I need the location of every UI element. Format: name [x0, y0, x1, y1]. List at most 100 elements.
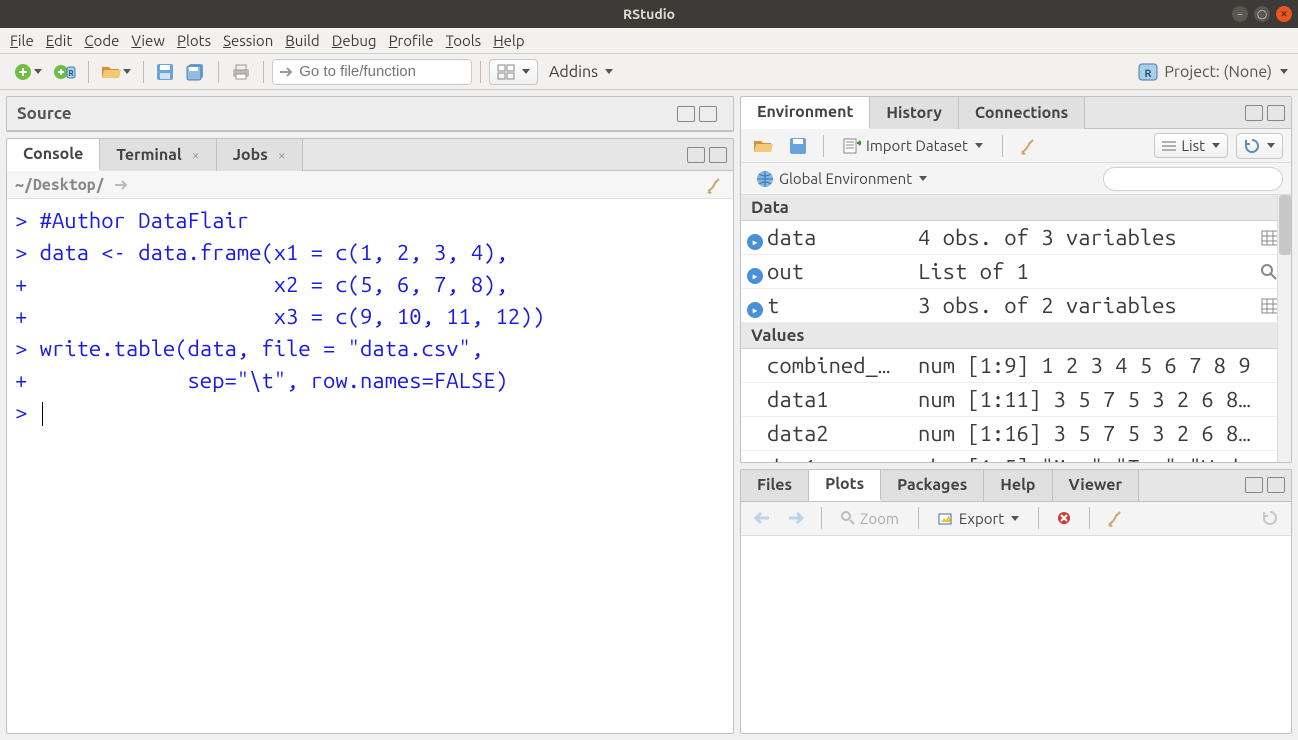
env-var-name: data2 [767, 421, 829, 446]
clear-workspace-button[interactable] [1015, 133, 1043, 159]
tab-plots-files[interactable]: Files [741, 469, 809, 501]
env-section-header: Data [741, 195, 1291, 221]
env-table[interactable]: Datadata4 obs. of 3 variablesoutList of … [741, 195, 1291, 462]
tab-env-history[interactable]: History [870, 97, 958, 129]
toolbar-separator [263, 61, 264, 83]
refresh-button[interactable] [1236, 133, 1283, 159]
menu-view[interactable]: View [131, 32, 165, 49]
close-icon[interactable]: × [278, 147, 286, 163]
pane-restore-icon[interactable] [1245, 477, 1263, 493]
expand-icon[interactable] [747, 268, 763, 284]
chevron-down-icon [1267, 143, 1275, 148]
zoom-button[interactable]: Zoom [834, 507, 906, 530]
remove-plot-button[interactable] [1051, 505, 1077, 531]
plot-next-button[interactable] [783, 505, 809, 531]
env-row[interactable]: day1chr [1:5] "Mon" "Tue" "Wed… [741, 451, 1291, 462]
pane-restore-icon[interactable] [1245, 105, 1263, 121]
chevron-down-icon [919, 176, 927, 181]
tab-plots-plots[interactable]: Plots [809, 469, 881, 501]
env-scope-label: Global Environment [779, 170, 912, 187]
tab-console-jobs[interactable]: Jobs × [217, 139, 303, 171]
env-row[interactable]: data2num [1:16] 3 5 7 5 3 2 6 8… [741, 417, 1291, 451]
tab-label: Environment [757, 103, 853, 121]
pane-maximize-icon[interactable] [699, 106, 717, 122]
tab-plots-help[interactable]: Help [984, 469, 1052, 501]
save-button[interactable] [152, 59, 178, 85]
main-layout: Source ConsoleTerminal×Jobs× ~/Desktop/ [0, 90, 1298, 740]
new-file-button[interactable] [10, 59, 46, 85]
svg-text:R: R [68, 69, 74, 78]
save-all-button[interactable] [182, 59, 210, 85]
env-scope-button[interactable]: Global Environment [749, 167, 934, 191]
tab-plots-viewer[interactable]: Viewer [1053, 469, 1140, 501]
pane-maximize-icon[interactable] [1267, 477, 1285, 493]
window-minimize-button[interactable]: – [1232, 6, 1248, 22]
clear-plots-button[interactable] [1102, 505, 1130, 531]
plot-prev-button[interactable] [749, 505, 775, 531]
pane-maximize-icon[interactable] [709, 147, 727, 163]
export-button[interactable]: Export [931, 507, 1026, 530]
wd-arrow-icon[interactable] [114, 179, 130, 191]
chevron-down-icon [1212, 143, 1220, 148]
menu-help[interactable]: Help [493, 32, 524, 49]
open-file-button[interactable] [97, 59, 135, 85]
tab-env-connections[interactable]: Connections [959, 97, 1085, 129]
toolbar-separator [918, 507, 919, 529]
workspace-panes-button[interactable] [489, 59, 538, 85]
tab-console-console[interactable]: Console [7, 139, 100, 171]
tab-plots-packages[interactable]: Packages [881, 469, 984, 501]
env-row[interactable]: outList of 1 [741, 255, 1291, 289]
right-column: EnvironmentHistoryConnections Import Dat [740, 96, 1292, 734]
window-close-button[interactable]: ✕ [1276, 6, 1292, 22]
chevron-down-icon [975, 143, 983, 148]
pane-restore-icon[interactable] [677, 106, 695, 122]
save-workspace-button[interactable] [785, 133, 811, 159]
main-toolbar: R Addins R Project: (None) [0, 54, 1298, 90]
tab-label: Files [757, 476, 792, 494]
env-row[interactable]: combined_…num [1:9] 1 2 3 4 5 6 7 8 9 [741, 349, 1291, 383]
import-dataset-button[interactable]: Import Dataset [836, 134, 990, 157]
console-line: > #Author DataFlair [15, 205, 725, 237]
goto-file-field[interactable] [272, 59, 472, 85]
pane-restore-icon[interactable] [687, 147, 705, 163]
env-filter-input[interactable] [1103, 167, 1283, 191]
tab-console-terminal[interactable]: Terminal× [100, 139, 216, 171]
new-project-button[interactable]: R [50, 59, 80, 85]
menu-profile[interactable]: Profile [389, 32, 434, 49]
tab-label: Console [23, 145, 83, 163]
expand-icon[interactable] [747, 302, 763, 318]
menu-debug[interactable]: Debug [332, 32, 377, 49]
menu-code[interactable]: Code [84, 32, 119, 49]
goto-file-input[interactable] [299, 63, 463, 80]
menu-session[interactable]: Session [223, 32, 273, 49]
arrow-right-icon [787, 511, 805, 525]
console-output[interactable]: > #Author DataFlair> data <- data.frame(… [7, 199, 733, 733]
env-view-mode-button[interactable]: List [1154, 133, 1228, 158]
vertical-scrollbar[interactable] [1277, 195, 1291, 462]
env-row[interactable]: t3 obs. of 2 variables [741, 289, 1291, 323]
menu-plots[interactable]: Plots [177, 32, 211, 49]
broom-icon [1019, 137, 1039, 155]
window-maximize-button[interactable]: ◯ [1254, 6, 1270, 22]
menu-build[interactable]: Build [285, 32, 319, 49]
broom-icon[interactable] [705, 176, 725, 194]
refresh-plot-button[interactable] [1257, 505, 1283, 531]
menu-edit[interactable]: Edit [46, 32, 73, 49]
refresh-icon [1262, 510, 1278, 526]
tab-label: Jobs [233, 146, 268, 164]
menu-file[interactable]: File [10, 32, 34, 49]
close-icon[interactable]: × [192, 147, 200, 163]
load-workspace-button[interactable] [749, 133, 777, 159]
window-titlebar: RStudio – ◯ ✕ [0, 0, 1298, 28]
pane-maximize-icon[interactable] [1267, 105, 1285, 121]
addins-button[interactable]: Addins [542, 59, 620, 85]
project-selector[interactable]: R Project: (None) [1138, 62, 1288, 82]
print-button[interactable] [227, 59, 255, 85]
menu-tools[interactable]: Tools [446, 32, 482, 49]
tab-env-environment[interactable]: Environment [741, 97, 870, 129]
project-label: Project: (None) [1164, 63, 1272, 81]
env-row[interactable]: data1num [1:11] 3 5 7 5 3 2 6 8… [741, 383, 1291, 417]
expand-icon[interactable] [747, 234, 763, 250]
search-icon[interactable] [1261, 264, 1277, 280]
env-row[interactable]: data4 obs. of 3 variables [741, 221, 1291, 255]
